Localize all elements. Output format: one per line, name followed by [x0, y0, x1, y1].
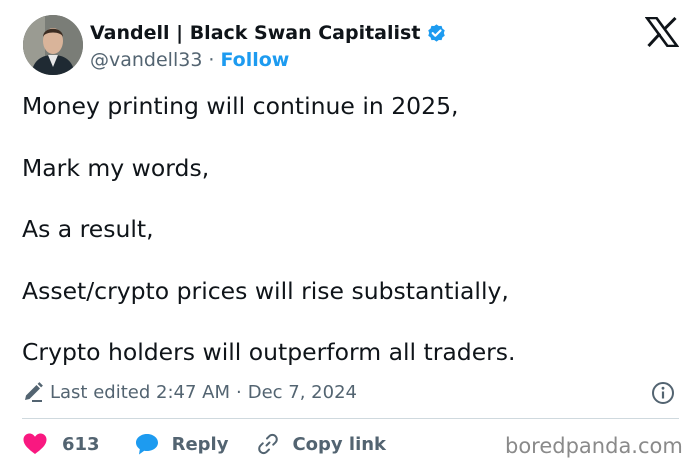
author-name-row: Vandell | Black Swan Capitalist — [90, 20, 447, 46]
speech-bubble-icon — [135, 434, 158, 455]
like-count: 613 — [62, 433, 100, 455]
tweet-line: As a result, — [22, 215, 154, 243]
author-display-name[interactable]: Vandell | Black Swan Capitalist — [90, 22, 420, 44]
divider — [22, 418, 679, 419]
copy-link-button[interactable]: Copy link — [256, 432, 386, 456]
tweet-date[interactable]: Dec 7, 2024 — [248, 382, 357, 403]
x-logo-icon[interactable] — [644, 16, 680, 48]
info-icon[interactable] — [651, 381, 675, 405]
tweet-line: Mark my words, — [22, 153, 210, 182]
time-separator: · — [235, 381, 242, 403]
tweet-line: Money printing will continue in 2025, — [22, 92, 459, 120]
watermark: boredpanda.com — [505, 434, 683, 458]
reply-button[interactable]: Reply — [134, 432, 229, 456]
pencil-icon — [22, 381, 44, 403]
author-handle-row: @vandell33 · Follow — [90, 48, 289, 72]
verified-badge-icon — [426, 23, 447, 44]
tweet-line: Crypto holders will outperform all trade… — [22, 338, 516, 366]
author-handle[interactable]: @vandell33 — [90, 49, 202, 71]
tweet-line: Asset/crypto prices will rise substantia… — [22, 276, 509, 305]
copy-link-label: Copy link — [292, 433, 387, 455]
follow-button[interactable]: Follow — [220, 49, 289, 71]
tweet-text: Money printing will continue in 2025, Ma… — [22, 91, 682, 399]
action-bar: 613 Reply Copy link — [22, 430, 386, 458]
heart-icon — [23, 433, 47, 454]
avatar[interactable] — [23, 15, 83, 75]
edit-info-row: Last edited 2:47 AM · Dec 7, 2024 — [22, 380, 357, 404]
like-button[interactable]: 613 — [22, 432, 100, 456]
reply-label: Reply — [171, 433, 229, 455]
last-edited-link[interactable]: Last edited 2:47 AM — [50, 382, 230, 403]
handle-separator: · — [208, 49, 215, 71]
link-icon — [258, 433, 279, 455]
